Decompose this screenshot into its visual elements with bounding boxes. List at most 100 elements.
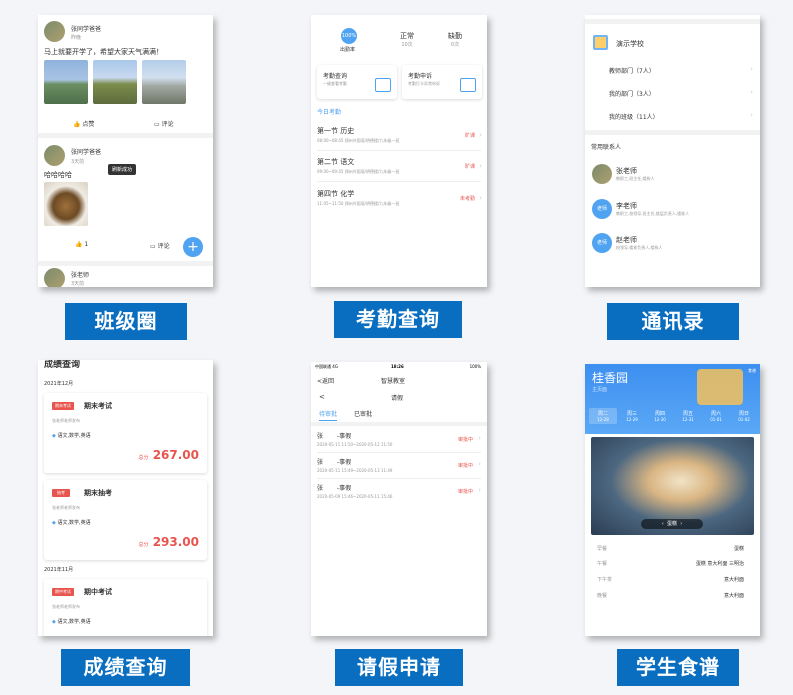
month-label: 2021年11月 xyxy=(44,567,74,573)
chevron-left-icon: < xyxy=(319,393,325,401)
post-text: 马上就要开学了，希望大家天气满满！ xyxy=(44,48,163,56)
class-circle-screen: 张同学爸爸 昨晚 马上就要开学了，希望大家天气满满！ 👍 点赞 ▭ 评论 张同学… xyxy=(38,15,213,287)
back-chevron[interactable]: < xyxy=(319,393,325,401)
chevron-right-icon: › xyxy=(479,162,482,170)
comment-icon: ▭ xyxy=(154,121,160,128)
app-title: 智慧教室 xyxy=(381,378,406,385)
leave-item[interactable]: 张 -事假 2020-05-11 15:49~2020-05-13 11:49 … xyxy=(311,454,487,479)
chevron-right-icon: › xyxy=(750,65,753,73)
attendance-screen: 100% 出勤率 正常 10次 缺勤 0次 考勤查询 一键查看考勤 考勤申诉 考勤打… xyxy=(311,15,487,287)
avatar[interactable] xyxy=(44,21,65,42)
post-photo[interactable] xyxy=(142,60,186,104)
attendance-item[interactable]: 第四节 化学 11:05~11:50 郑州外国语/明德楼/九年级一班 未考勤 › xyxy=(311,186,487,214)
caption-leave: 请假申请 xyxy=(335,649,463,686)
like-count[interactable]: 👍 1 xyxy=(75,241,88,248)
caption-contacts: 通讯录 xyxy=(607,303,739,340)
calendar-icon xyxy=(375,78,391,92)
tab-approved[interactable]: 已审批 xyxy=(354,409,372,418)
avatar[interactable] xyxy=(44,145,65,166)
total-score: 总分 267.00 xyxy=(138,448,199,462)
post-time: 3天前 xyxy=(71,281,85,287)
chevron-right-icon: › xyxy=(478,460,481,468)
caption-class-circle: 班级圈 xyxy=(65,303,187,340)
divider xyxy=(38,261,213,266)
book-icon: ◆ xyxy=(52,520,56,526)
leave-item[interactable]: 张 -事假 2020-05-11 11:50~2020-05-12 11:50 … xyxy=(311,428,487,453)
book-icon: ◆ xyxy=(52,433,56,439)
exam-card[interactable]: 期末考试 期末考试 张老师老师发布 ◆ 语文,数学,英语 总分 267.00 xyxy=(44,393,207,473)
attendance-item[interactable]: 第二节 语文 09:00~09:45 郑州外国语/明德楼/九年级一班 旷课 › xyxy=(311,154,487,182)
like-button[interactable]: 👍 点赞 xyxy=(73,119,94,128)
thumb-icon: 👍 xyxy=(73,121,81,128)
chevron-right-icon: › xyxy=(479,131,482,139)
total-score: 总分 293.00 xyxy=(138,535,199,549)
back-button[interactable]: <返回 xyxy=(317,376,334,385)
leave-item[interactable]: 张 -事假 2020-05-09 15:46~2020-05-11 15:46 … xyxy=(311,480,487,505)
subjects: ◆ 语文,数学,英语 xyxy=(52,520,91,526)
contact-group[interactable]: 我的班级（11人） › xyxy=(585,109,760,125)
divider xyxy=(585,130,760,135)
divider xyxy=(38,133,213,138)
day-tab[interactable]: 周五 12-31 xyxy=(674,408,702,424)
caption-menu: 学生食谱 xyxy=(617,649,739,686)
subjects: ◆ 语文,数学,英语 xyxy=(52,433,91,439)
contact-group[interactable]: 我的部门（3人） › xyxy=(585,86,760,102)
post-photo[interactable] xyxy=(44,60,88,104)
corner-label: 食谱 xyxy=(748,368,756,373)
comment-icon: ▭ xyxy=(150,243,156,250)
ring-label: 出勤率 xyxy=(340,47,356,53)
toast: 刷新成功 xyxy=(108,164,137,175)
contacts-screen: 演示学校 教师部门（7人） › 我的部门（3人） › 我的班级（11人） › 常用联系… xyxy=(585,15,760,287)
contact-item[interactable]: 老师 赵老师 校领导,楼栋负责人,楼栋人 xyxy=(585,230,760,258)
chevron-right-icon: › xyxy=(478,434,481,442)
day-tab[interactable]: 周日 01-02 xyxy=(730,408,758,424)
exam-card[interactable]: 期中考试 期中考试 张老师老师发布 ◆ 语文,数学,英语 xyxy=(44,579,207,636)
school-name[interactable]: 演示学校 xyxy=(616,39,644,49)
section-title: 今日考勤 xyxy=(317,109,342,116)
post-photo[interactable] xyxy=(93,60,137,104)
calendar-icon xyxy=(460,78,476,92)
avatar: 老师 xyxy=(592,199,612,219)
post-user[interactable]: 张老师 xyxy=(71,270,89,279)
page-title: 桂香园 xyxy=(592,371,629,385)
day-tab[interactable]: 周二 12-28 xyxy=(589,408,617,424)
day-tab[interactable]: 周四 12-30 xyxy=(646,408,674,424)
attendance-ring: 100% xyxy=(341,28,357,44)
divider xyxy=(317,181,481,182)
grades-screen: 成绩查询 2021年12月 期末考试 期末考试 张老师老师发布 ◆ 语文,数学,… xyxy=(38,360,213,636)
day-tab[interactable]: 周六 01-01 xyxy=(702,408,730,424)
post-time: 3天前 xyxy=(71,159,85,165)
avatar[interactable] xyxy=(44,268,65,287)
avatar xyxy=(592,164,612,184)
divider xyxy=(311,422,487,426)
post-photo[interactable] xyxy=(44,182,88,226)
comment-button[interactable]: ▭ 评论 xyxy=(150,241,170,250)
dish-label-bar: ‹ 蛋糕 › xyxy=(641,519,703,529)
chevron-right-icon[interactable]: › xyxy=(680,521,682,527)
divider xyxy=(317,150,481,151)
attendance-appeal-card[interactable]: 考勤申诉 考勤打卡异常申诉 xyxy=(402,65,482,99)
exam-badge: 抽考 xyxy=(52,489,70,497)
chevron-left-icon[interactable]: ‹ xyxy=(662,521,664,527)
dish-photo[interactable]: ‹ 蛋糕 › xyxy=(591,437,754,535)
page-title: 成绩查询 xyxy=(44,360,81,370)
day-tab[interactable]: 周三 12-29 xyxy=(618,408,646,424)
exam-badge: 期中考试 xyxy=(52,588,74,596)
exam-card[interactable]: 抽考 期末抽考 张老师老师发布 ◆ 语文,数学,英语 总分 293.00 xyxy=(44,480,207,560)
meal-row: 下午茶 意大利面 xyxy=(597,577,744,583)
school-icon xyxy=(593,35,608,50)
contact-item[interactable]: 老师 李老师 教职工,校领导,班主任,楼层负责人,楼栋人 xyxy=(585,196,760,224)
contact-group[interactable]: 教师部门（7人） › xyxy=(585,63,760,79)
add-post-button[interactable]: + xyxy=(183,237,203,257)
exam-badge: 期末考试 xyxy=(52,402,74,410)
attendance-stat: 缺勤 0次 xyxy=(448,32,462,48)
caption-grades: 成绩查询 xyxy=(61,649,190,686)
comment-button[interactable]: ▭ 评论 xyxy=(154,119,174,128)
attendance-query-card[interactable]: 考勤查询 一键查看考勤 xyxy=(317,65,397,99)
post-user[interactable]: 张同学爸爸 xyxy=(71,24,101,33)
tab-pending[interactable]: 待审批 xyxy=(319,409,338,421)
contact-item[interactable]: 张老师 教职工,班主任,楼栋人 xyxy=(585,161,760,189)
meal-row: 晚餐 意大利面 xyxy=(597,593,744,599)
post-user[interactable]: 张同学爸爸 xyxy=(71,147,101,156)
attendance-item[interactable]: 第一节 历史 08:00~08:45 郑州外国语/明德楼/九年级一班 旷课 › xyxy=(311,123,487,151)
